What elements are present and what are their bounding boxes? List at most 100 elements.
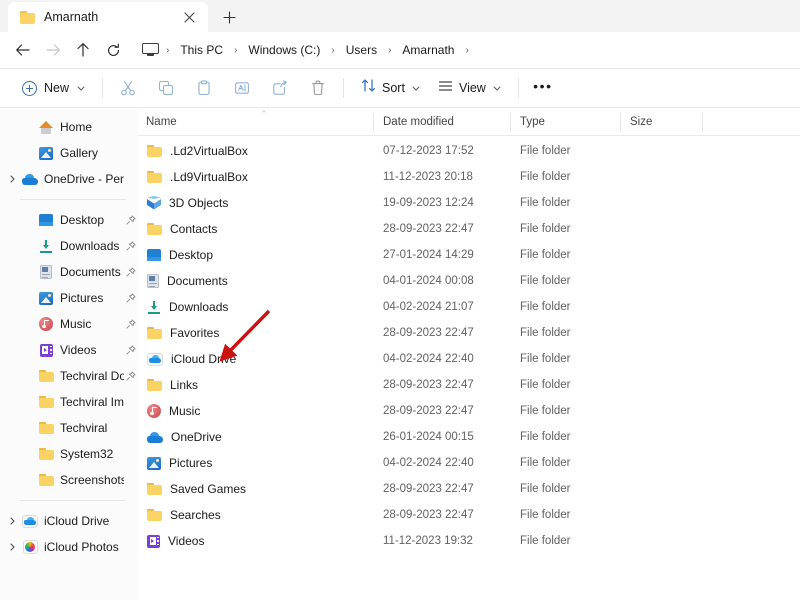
- cell-name[interactable]: Saved Games: [138, 482, 373, 496]
- sidebar-icon-wrap: [20, 514, 40, 528]
- table-row[interactable]: Searches 28-09-2023 22:47 File folder: [138, 502, 800, 528]
- cell-name[interactable]: Favorites: [138, 326, 373, 340]
- sidebar-item-label: iCloud Photos: [44, 540, 119, 554]
- column-header-type[interactable]: Type: [510, 108, 620, 136]
- breadcrumb-separator: ›: [465, 44, 469, 56]
- sidebar-item-documents[interactable]: Documents: [0, 259, 138, 285]
- cell-date: 19-09-2023 12:24: [383, 197, 474, 209]
- breadcrumb-windows-c[interactable]: Windows (C:): [241, 40, 327, 60]
- cell-name[interactable]: .Ld9VirtualBox: [138, 170, 373, 184]
- column-header-name[interactable]: Name: [138, 108, 373, 136]
- sidebar-item-music[interactable]: Music: [0, 311, 138, 337]
- forward-button[interactable]: [38, 35, 68, 65]
- table-row[interactable]: .Ld9VirtualBox 11-12-2023 20:18 File folde…: [138, 164, 800, 190]
- cell-name[interactable]: Documents: [138, 274, 373, 288]
- sidebar-item-icloud-photos[interactable]: iCloud Photos: [0, 534, 138, 560]
- pin-icon[interactable]: [124, 215, 138, 225]
- pin-icon[interactable]: [124, 267, 138, 277]
- delete-trash-icon[interactable]: [302, 74, 334, 102]
- breadcrumb-users[interactable]: Users: [339, 40, 384, 60]
- sidebar-item-screenshots[interactable]: Screenshots: [0, 467, 138, 493]
- pin-icon[interactable]: [124, 371, 138, 381]
- table-row[interactable]: Links 28-09-2023 22:47 File folder: [138, 372, 800, 398]
- cell-name[interactable]: Desktop: [138, 248, 373, 262]
- table-row[interactable]: Saved Games 28-09-2023 22:47 File folder: [138, 476, 800, 502]
- cell-name[interactable]: Contacts: [138, 222, 373, 236]
- chevron-right-icon[interactable]: [4, 517, 20, 525]
- cut-scissors-icon[interactable]: [112, 74, 144, 102]
- cell-type: File folder: [520, 483, 571, 495]
- share-icon[interactable]: [264, 74, 296, 102]
- sidebar-item-desktop[interactable]: Desktop: [0, 207, 138, 233]
- sidebar-item-videos[interactable]: Videos: [0, 337, 138, 363]
- table-row[interactable]: Desktop 27-01-2024 14:29 File folder: [138, 242, 800, 268]
- cell-name[interactable]: Videos: [138, 534, 373, 548]
- column-header-size[interactable]: Size: [620, 108, 702, 136]
- tab-amarnath[interactable]: Amarnath: [8, 2, 208, 32]
- sidebar-item-onedrive-persona[interactable]: OneDrive - Persona: [0, 166, 138, 192]
- rename-icon[interactable]: [226, 74, 258, 102]
- sidebar-divider: [20, 500, 126, 501]
- chevron-right-icon[interactable]: [4, 175, 20, 183]
- sidebar-item-system32[interactable]: System32: [0, 441, 138, 467]
- cell-name[interactable]: Downloads: [138, 300, 373, 314]
- table-row[interactable]: OneDrive 26-01-2024 00:15 File folder: [138, 424, 800, 450]
- chevron-down-icon: [412, 84, 420, 93]
- sidebar-item-techviral-docum[interactable]: Techviral Docum: [0, 363, 138, 389]
- breadcrumb-separator: ›: [234, 44, 238, 56]
- table-row[interactable]: Videos 11-12-2023 19:32 File folder: [138, 528, 800, 554]
- sort-button[interactable]: Sort: [353, 74, 428, 102]
- pin-icon[interactable]: [124, 241, 138, 251]
- cell-name[interactable]: Links: [138, 378, 373, 392]
- view-button[interactable]: View: [430, 74, 509, 102]
- sidebar-item-techviral[interactable]: Techviral: [0, 415, 138, 441]
- this-pc-monitor-icon[interactable]: [142, 42, 159, 58]
- table-row[interactable]: iCloud Drive 04-02-2024 22:40 File folder: [138, 346, 800, 372]
- breadcrumb-this-pc[interactable]: This PC: [173, 40, 230, 60]
- table-row[interactable]: Music 28-09-2023 22:47 File folder: [138, 398, 800, 424]
- paste-icon[interactable]: [188, 74, 220, 102]
- table-row[interactable]: Downloads 04-02-2024 21:07 File folder: [138, 294, 800, 320]
- table-row[interactable]: Favorites 28-09-2023 22:47 File folder: [138, 320, 800, 346]
- navigation-sidebar[interactable]: Home Gallery OneDrive - Persona Desktop Down…: [0, 108, 138, 600]
- close-icon[interactable]: [178, 6, 200, 28]
- cell-name[interactable]: Music: [138, 404, 373, 418]
- chevron-right-icon[interactable]: [4, 543, 20, 551]
- sidebar-item-gallery[interactable]: Gallery: [0, 140, 138, 166]
- music-icon: [39, 317, 53, 331]
- tab-title: Amarnath: [44, 10, 99, 24]
- file-name-label: OneDrive: [171, 430, 222, 444]
- cell-name[interactable]: .Ld2VirtualBox: [138, 144, 373, 158]
- column-header-extra[interactable]: [702, 108, 800, 136]
- breadcrumb-amarnath[interactable]: Amarnath: [395, 40, 461, 60]
- table-row[interactable]: .Ld2VirtualBox 07-12-2023 17:52 File folde…: [138, 138, 800, 164]
- file-list-pane[interactable]: ⌃ Name Date modified Type Size .Ld2Virtu…: [138, 108, 800, 600]
- back-button[interactable]: [8, 35, 38, 65]
- up-button[interactable]: [68, 35, 98, 65]
- cell-name[interactable]: Pictures: [138, 456, 373, 470]
- pin-icon[interactable]: [124, 319, 138, 329]
- table-row[interactable]: Documents 04-01-2024 00:08 File folder: [138, 268, 800, 294]
- new-button[interactable]: New: [14, 74, 93, 102]
- cell-name[interactable]: Searches: [138, 508, 373, 522]
- refresh-button[interactable]: [98, 35, 128, 65]
- address-bar[interactable]: › This PC › Windows (C:) › Users › Amarn…: [134, 36, 792, 64]
- sidebar-item-downloads[interactable]: Downloads: [0, 233, 138, 259]
- sidebar-item-home[interactable]: Home: [0, 114, 138, 140]
- column-header-date-modified[interactable]: Date modified: [373, 108, 510, 136]
- cell-name[interactable]: 3D Objects: [138, 196, 373, 210]
- pin-icon[interactable]: [124, 345, 138, 355]
- pin-icon[interactable]: [124, 293, 138, 303]
- cell-name[interactable]: iCloud Drive: [138, 352, 373, 366]
- cell-name[interactable]: OneDrive: [138, 430, 373, 444]
- sidebar-item-techviral-images[interactable]: Techviral Images: [0, 389, 138, 415]
- table-row[interactable]: 3D Objects 19-09-2023 12:24 File folder: [138, 190, 800, 216]
- plus-circle-icon: [22, 80, 37, 96]
- sidebar-item-icloud-drive[interactable]: iCloud Drive: [0, 508, 138, 534]
- copy-icon[interactable]: [150, 74, 182, 102]
- sidebar-item-pictures[interactable]: Pictures: [0, 285, 138, 311]
- new-tab-button[interactable]: [214, 2, 244, 32]
- more-ellipsis-icon[interactable]: •••: [528, 74, 558, 102]
- table-row[interactable]: Contacts 28-09-2023 22:47 File folder: [138, 216, 800, 242]
- table-row[interactable]: Pictures 04-02-2024 22:40 File folder: [138, 450, 800, 476]
